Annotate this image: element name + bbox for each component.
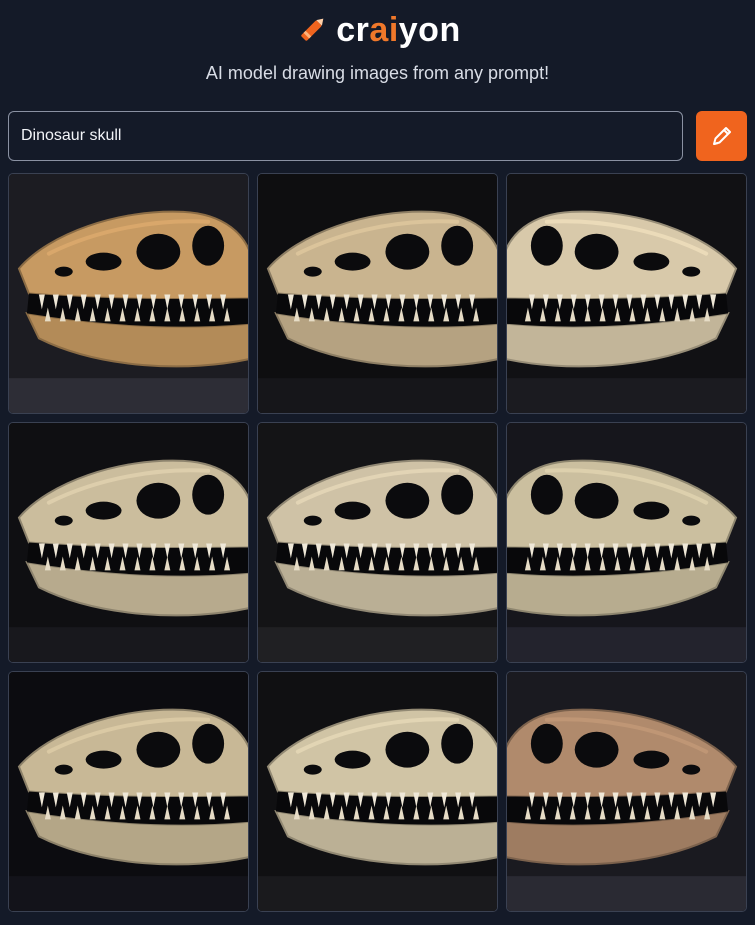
generated-image[interactable] (257, 173, 498, 414)
generated-image[interactable] (8, 671, 249, 912)
skull-illustration (258, 174, 497, 413)
logo-text: craiyon (336, 11, 460, 50)
generated-image[interactable] (506, 173, 747, 414)
skull-illustration (258, 423, 497, 662)
skull-illustration (9, 423, 248, 662)
crayon-icon (301, 18, 324, 41)
pencil-icon (712, 127, 731, 145)
tagline: AI model drawing images from any prompt! (205, 63, 550, 83)
generated-image[interactable] (506, 671, 747, 912)
generated-image[interactable] (506, 422, 747, 663)
generated-image[interactable] (8, 422, 249, 663)
logo-text-suffix: yon (398, 10, 461, 49)
skull-illustration (9, 174, 248, 413)
logo-text-highlight: ai (369, 10, 399, 49)
skull-illustration (507, 174, 746, 413)
logo-text-prefix: cr (336, 10, 370, 49)
logo[interactable]: craiyon (0, 10, 755, 50)
skull-illustration (507, 423, 746, 662)
image-gallery (8, 173, 747, 912)
draw-button[interactable] (696, 111, 747, 161)
skull-illustration (9, 672, 248, 911)
generated-image[interactable] (257, 671, 498, 912)
skull-illustration (258, 672, 497, 911)
prompt-input[interactable] (8, 111, 683, 161)
generated-image[interactable] (257, 422, 498, 663)
generated-image[interactable] (8, 173, 249, 414)
prompt-bar (8, 111, 747, 161)
skull-illustration (507, 672, 746, 911)
